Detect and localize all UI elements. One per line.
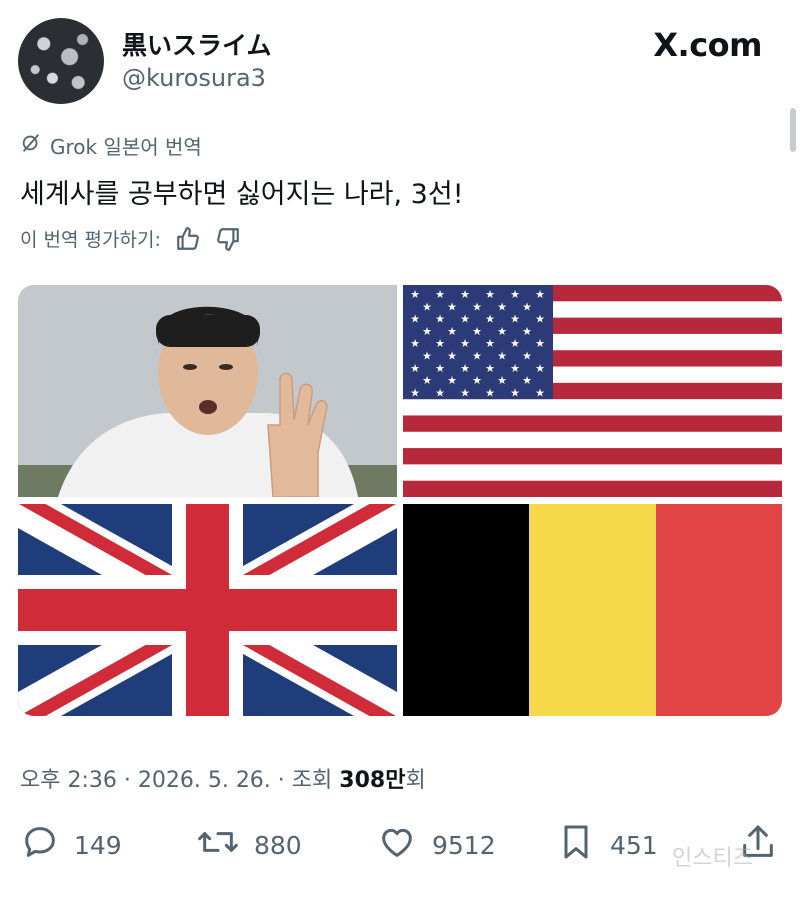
photo-man-three-fingers[interactable] [18, 285, 397, 497]
svg-text:★: ★ [535, 288, 545, 301]
svg-text:★: ★ [422, 300, 432, 313]
action-bar: 149 880 9512 451 [20, 822, 780, 872]
svg-text:★: ★ [410, 337, 420, 350]
reply-count: 149 [74, 830, 122, 860]
svg-text:★: ★ [497, 374, 507, 387]
translation-label[interactable]: Grok 일본어 번역 [20, 131, 202, 160]
repost-button[interactable]: 880 [196, 822, 302, 868]
svg-text:★: ★ [410, 288, 420, 301]
like-count: 9512 [432, 830, 496, 860]
svg-text:★: ★ [485, 313, 495, 326]
svg-text:★: ★ [497, 350, 507, 363]
svg-text:★: ★ [460, 288, 470, 301]
svg-text:★: ★ [460, 337, 470, 350]
display-name[interactable]: 黒いスライム [122, 26, 272, 62]
thumbs-up-icon[interactable] [175, 226, 201, 252]
svg-text:★: ★ [485, 386, 495, 399]
svg-text:★: ★ [472, 374, 482, 387]
svg-text:★: ★ [410, 362, 420, 375]
svg-text:★: ★ [522, 300, 532, 313]
svg-text:★: ★ [485, 288, 495, 301]
svg-text:★: ★ [435, 362, 445, 375]
svg-text:★: ★ [497, 325, 507, 338]
belgium-band-yellow [529, 504, 656, 716]
svg-text:★: ★ [460, 386, 470, 399]
svg-text:★: ★ [522, 325, 532, 338]
svg-text:★: ★ [485, 362, 495, 375]
tweet-timestamp: 오후 2:36 · 2026. 5. 26. · 조회 [20, 768, 340, 793]
svg-text:★: ★ [422, 374, 432, 387]
svg-text:★: ★ [460, 313, 470, 326]
grok-icon [20, 132, 42, 159]
user-handle[interactable]: @kurosura3 [122, 64, 266, 92]
belgium-band-red [655, 504, 782, 716]
svg-text:★: ★ [510, 362, 520, 375]
svg-text:★: ★ [522, 374, 532, 387]
like-button[interactable]: 9512 [376, 822, 496, 868]
svg-text:★: ★ [447, 300, 457, 313]
svg-text:★: ★ [510, 288, 520, 301]
svg-text:★: ★ [472, 300, 482, 313]
translation-label-text: Grok 일본어 번역 [50, 135, 202, 159]
rate-translation: 이 번역 평가하기: [20, 225, 241, 252]
bookmark-button[interactable]: 451 [556, 822, 658, 868]
repost-icon [196, 822, 240, 868]
brand-logo: X.com [653, 26, 762, 64]
svg-text:★: ★ [535, 386, 545, 399]
scrollbar[interactable] [790, 108, 796, 152]
united-kingdom-flag[interactable] [18, 504, 397, 716]
belgium-flag[interactable] [403, 504, 782, 716]
svg-text:★: ★ [435, 337, 445, 350]
belgium-band-black [403, 504, 530, 716]
svg-text:★: ★ [435, 386, 445, 399]
svg-text:★: ★ [522, 350, 532, 363]
heart-icon [376, 822, 418, 868]
svg-text:★: ★ [410, 313, 420, 326]
bookmark-count: 451 [610, 830, 658, 860]
svg-text:★: ★ [447, 374, 457, 387]
view-count: 308만 [339, 768, 406, 793]
svg-text:★: ★ [435, 313, 445, 326]
svg-text:★: ★ [447, 350, 457, 363]
rate-label: 이 번역 평가하기: [20, 229, 161, 251]
svg-text:★: ★ [410, 386, 420, 399]
media-grid[interactable]: ★ ★ ★ ★ ★ ★ ★ ★ ★ ★ ★ ★ ★ ★ ★ ★ ★ ★ ★ ★ ★ ★ ★ ★ ★ ★ ★ ★ ★ ★ ★ ★ ★ ★ ★ ★ ★ ★ ★ ★… [18, 285, 782, 716]
avatar[interactable] [18, 18, 104, 104]
svg-text:★: ★ [435, 288, 445, 301]
svg-text:★: ★ [472, 350, 482, 363]
tweet-text: 세계사를 공부하면 싫어지는 나라, 3선! [20, 179, 464, 210]
thumbs-down-icon[interactable] [215, 226, 241, 252]
reply-icon [20, 822, 60, 868]
view-suffix: 회 [405, 768, 426, 793]
svg-text:★: ★ [460, 362, 470, 375]
svg-text:★: ★ [510, 386, 520, 399]
svg-text:★: ★ [422, 325, 432, 338]
svg-text:★: ★ [422, 350, 432, 363]
svg-text:★: ★ [472, 325, 482, 338]
repost-count: 880 [254, 830, 302, 860]
watermark: 인스티즈 [672, 846, 753, 871]
svg-text:★: ★ [535, 337, 545, 350]
united-states-flag[interactable]: ★ ★ ★ ★ ★ ★ ★ ★ ★ ★ ★ ★ ★ ★ ★ ★ ★ ★ ★ ★ ★ ★ ★ ★ ★ ★ ★ ★ ★ ★ ★ ★ ★ ★ ★ ★ ★ ★ ★ ★… [403, 285, 782, 497]
tweet-meta: 오후 2:36 · 2026. 5. 26. · 조회 308만회 [20, 762, 426, 794]
svg-text:★: ★ [447, 325, 457, 338]
bookmark-icon [556, 822, 596, 868]
svg-text:★: ★ [510, 337, 520, 350]
svg-text:★: ★ [510, 313, 520, 326]
svg-text:★: ★ [497, 300, 507, 313]
svg-text:★: ★ [485, 337, 495, 350]
reply-button[interactable]: 149 [20, 822, 122, 868]
svg-text:★: ★ [535, 313, 545, 326]
svg-text:★: ★ [535, 362, 545, 375]
